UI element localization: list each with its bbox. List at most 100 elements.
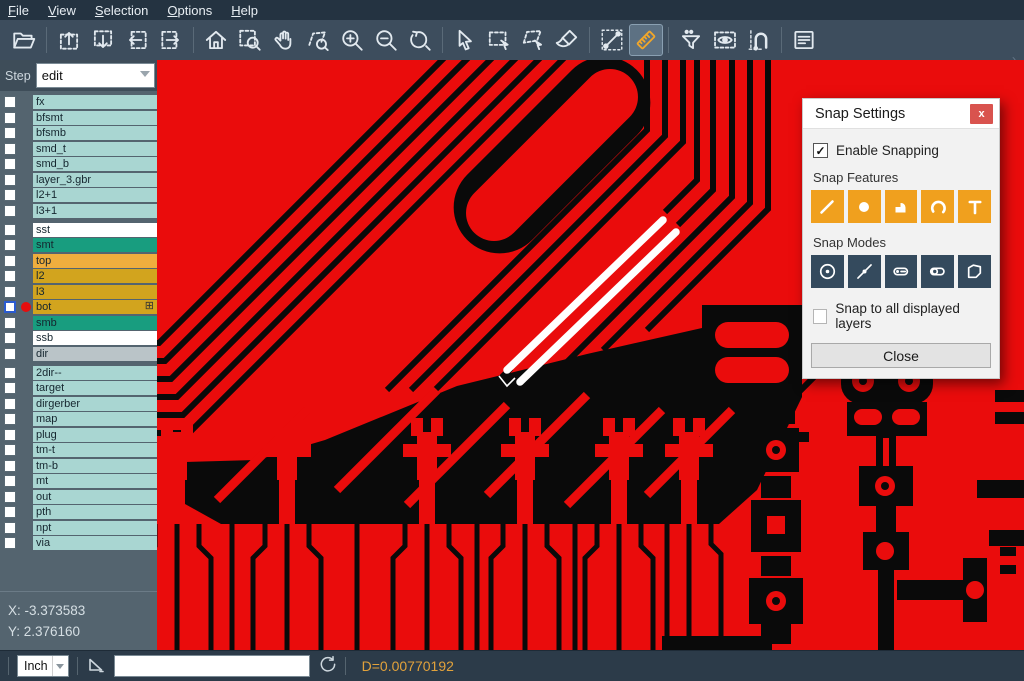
center-snap-button[interactable] — [811, 255, 844, 288]
enable-snapping-row[interactable]: ✓ Enable Snapping — [813, 143, 991, 158]
layer-row-plug[interactable]: plug — [0, 428, 157, 442]
zoom-area-button[interactable] — [233, 24, 267, 56]
arc-snap-button[interactable] — [921, 190, 954, 223]
layer-visibility-checkbox[interactable] — [4, 270, 16, 282]
layer-row-dir[interactable]: dir — [0, 347, 157, 361]
layer-visibility-checkbox[interactable] — [4, 189, 16, 201]
layer-visibility-checkbox[interactable] — [4, 112, 16, 124]
layer-visibility-checkbox[interactable] — [4, 301, 16, 313]
view-options-button[interactable] — [708, 24, 742, 56]
select-rectangle-button[interactable] — [482, 24, 516, 56]
filter-button[interactable] — [674, 24, 708, 56]
all-layers-checkbox[interactable] — [813, 309, 827, 324]
pan-hand-button[interactable] — [267, 24, 301, 56]
measure-ruler-button[interactable] — [629, 24, 663, 56]
pad-snap-button[interactable] — [848, 190, 881, 223]
layer-visibility-checkbox[interactable] — [4, 239, 16, 251]
layer-visibility-checkbox[interactable] — [4, 475, 16, 487]
layer-visibility-checkbox[interactable] — [4, 205, 16, 217]
layer-visibility-checkbox[interactable] — [4, 127, 16, 139]
measure-line-button[interactable] — [595, 24, 629, 56]
menu-selection[interactable]: Selection — [95, 3, 148, 18]
layer-row-l3+1[interactable]: l3+1 — [0, 204, 157, 218]
layer-row-smd_b[interactable]: smd_b — [0, 157, 157, 171]
layer-row-ssb[interactable]: ssb — [0, 331, 157, 345]
layer-row-map[interactable]: map — [0, 412, 157, 426]
unit-dropdown[interactable]: Inch — [17, 655, 69, 677]
page-up-button[interactable] — [52, 24, 86, 56]
layer-row-tm-b[interactable]: tm-b — [0, 459, 157, 473]
layer-visibility-checkbox[interactable] — [4, 96, 16, 108]
layer-visibility-checkbox[interactable] — [4, 317, 16, 329]
layer-row-smb[interactable]: smb — [0, 316, 157, 330]
layer-row-l3[interactable]: l3 — [0, 285, 157, 299]
midpoint-snap-button[interactable] — [848, 255, 881, 288]
home-view-button[interactable] — [199, 24, 233, 56]
command-input[interactable] — [114, 655, 310, 677]
page-right-button[interactable] — [154, 24, 188, 56]
layer-visibility-checkbox[interactable] — [4, 332, 16, 344]
layer-row-fx[interactable]: fx — [0, 95, 157, 109]
page-left-button[interactable] — [120, 24, 154, 56]
layer-row-dirgerber[interactable]: dirgerber — [0, 397, 157, 411]
layer-visibility-checkbox[interactable] — [4, 143, 16, 155]
line-snap-button[interactable] — [811, 190, 844, 223]
contour-snap-button[interactable] — [958, 255, 991, 288]
layer-visibility-checkbox[interactable] — [4, 382, 16, 394]
menu-file[interactable]: File — [8, 3, 29, 18]
layer-visibility-checkbox[interactable] — [4, 522, 16, 534]
all-layers-row[interactable]: Snap to all displayed layers — [813, 301, 991, 331]
step-dropdown[interactable]: edit — [36, 63, 155, 88]
menu-options[interactable]: Options — [167, 3, 212, 18]
open-file-button[interactable] — [7, 24, 41, 56]
layer-panel-button[interactable] — [787, 24, 821, 56]
layer-visibility-checkbox[interactable] — [4, 398, 16, 410]
dialog-title-bar[interactable]: Snap Settings x — [803, 99, 999, 129]
zoom-in-button[interactable] — [335, 24, 369, 56]
layer-row-target[interactable]: target — [0, 381, 157, 395]
angle-tool-button[interactable] — [86, 654, 106, 679]
layer-visibility-checkbox[interactable] — [4, 174, 16, 186]
layer-row-l2[interactable]: l2 — [0, 269, 157, 283]
layer-visibility-checkbox[interactable] — [4, 444, 16, 456]
layer-visibility-checkbox[interactable] — [4, 506, 16, 518]
zoom-previous-button[interactable] — [403, 24, 437, 56]
layer-visibility-checkbox[interactable] — [4, 537, 16, 549]
layer-row-l2+1[interactable]: l2+1 — [0, 188, 157, 202]
page-down-button[interactable] — [86, 24, 120, 56]
layer-row-layer_3.gbr[interactable]: layer_3.gbr — [0, 173, 157, 187]
menu-view[interactable]: View — [48, 3, 76, 18]
layer-row-tm-t[interactable]: tm-t — [0, 443, 157, 457]
layer-visibility-checkbox[interactable] — [4, 224, 16, 236]
layer-visibility-checkbox[interactable] — [4, 367, 16, 379]
layer-row-2dir--[interactable]: 2dir-- — [0, 366, 157, 380]
layer-row-sst[interactable]: sst — [0, 223, 157, 237]
layer-visibility-checkbox[interactable] — [4, 429, 16, 441]
layer-visibility-checkbox[interactable] — [4, 348, 16, 360]
clean-brush-button[interactable] — [550, 24, 584, 56]
layer-visibility-checkbox[interactable] — [4, 158, 16, 170]
menu-help[interactable]: Help — [231, 3, 258, 18]
layer-row-smd_t[interactable]: smd_t — [0, 142, 157, 156]
layer-visibility-checkbox[interactable] — [4, 460, 16, 472]
zoom-out-button[interactable] — [369, 24, 403, 56]
layer-visibility-checkbox[interactable] — [4, 413, 16, 425]
layer-visibility-checkbox[interactable] — [4, 286, 16, 298]
close-icon[interactable]: x — [970, 104, 993, 124]
layer-row-bfsmt[interactable]: bfsmt — [0, 111, 157, 125]
layer-row-npt[interactable]: npt — [0, 521, 157, 535]
layer-row-bfsmb[interactable]: bfsmb — [0, 126, 157, 140]
select-arrow-button[interactable] — [448, 24, 482, 56]
close-button[interactable]: Close — [811, 343, 991, 368]
layer-row-mt[interactable]: mt — [0, 474, 157, 488]
layer-row-out[interactable]: out — [0, 490, 157, 504]
text-snap-button[interactable] — [958, 190, 991, 223]
layer-visibility-checkbox[interactable] — [4, 255, 16, 267]
layer-visibility-checkbox[interactable] — [4, 491, 16, 503]
zoom-window-button[interactable] — [301, 24, 335, 56]
layer-row-top[interactable]: top — [0, 254, 157, 268]
enable-snapping-checkbox[interactable]: ✓ — [813, 143, 828, 158]
snap-button[interactable] — [742, 24, 776, 56]
slot-end-snap-button[interactable] — [885, 255, 918, 288]
layer-row-bot[interactable]: bot⊞ — [0, 300, 157, 314]
